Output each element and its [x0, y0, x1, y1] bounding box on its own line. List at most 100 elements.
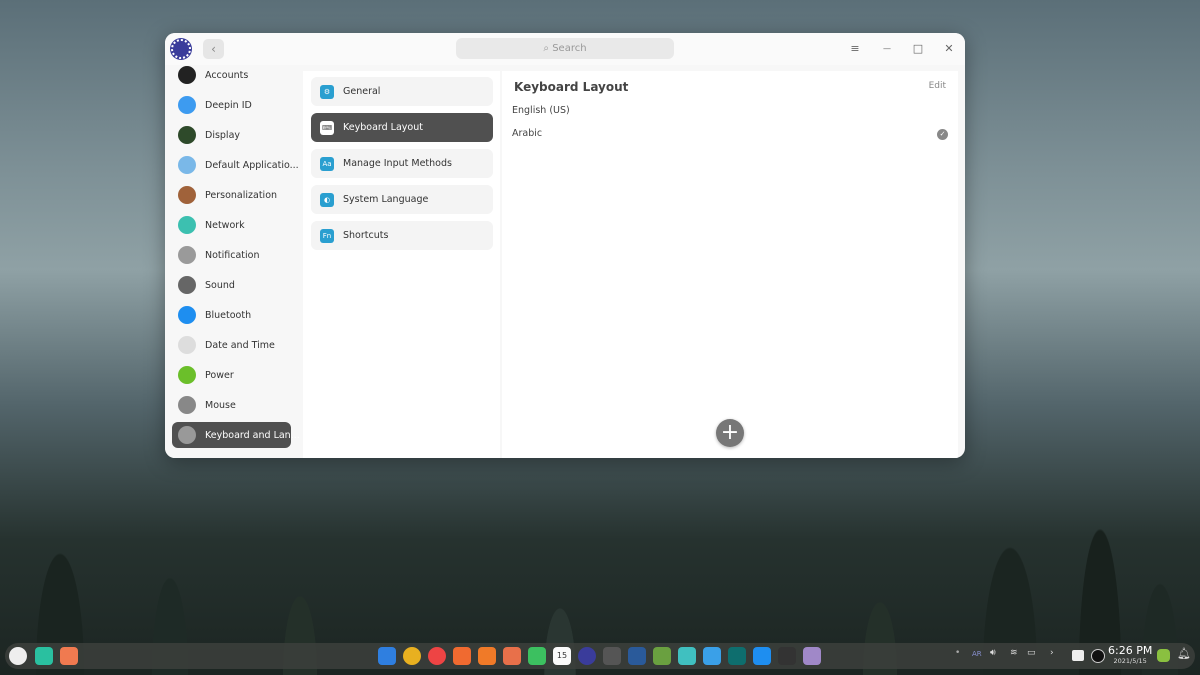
sidebar-item-label: Mouse: [205, 399, 236, 411]
sidebar-item-default-applicatio[interactable]: Default Applicatio...: [172, 152, 299, 178]
submenu-item-icon: ⚙: [320, 84, 334, 99]
battery-icon[interactable]: ▭: [1027, 648, 1036, 658]
maximize-button[interactable]: □: [909, 40, 927, 58]
minimize-button[interactable]: —: [878, 40, 896, 58]
submenu-item-label: System Language: [343, 194, 429, 205]
sidebar-item-icon: [178, 186, 196, 204]
sidebar-item-label: Accounts: [205, 69, 249, 81]
page-title: Keyboard Layout: [514, 80, 629, 94]
layout-item-english[interactable]: English (US): [512, 105, 570, 116]
sidebar-item-personalization[interactable]: Personalization: [172, 182, 291, 208]
sidebar-item-network[interactable]: Network: [172, 212, 291, 238]
submenu-item-keyboard-layout[interactable]: ⌨ Keyboard Layout: [311, 113, 493, 142]
keyboard-submenu: ⚙ General ⌨ Keyboard Layout Aa Manage Input M…: [303, 71, 500, 458]
taskbar: • AR 🔊︎ ≋ ▭ › 6:26 PM 2021/5/15 🔔︎ 15: [5, 643, 1195, 669]
sidebar-item-accounts[interactable]: Accounts: [172, 62, 291, 88]
dock-app-icon[interactable]: [678, 647, 696, 665]
menu-button[interactable]: ≡: [846, 40, 864, 58]
submenu-item-manage-input-methods[interactable]: Aa Manage Input Methods: [311, 149, 493, 178]
submenu-item-general[interactable]: ⚙ General: [311, 77, 493, 106]
sidebar-item-notification[interactable]: Notification: [172, 242, 291, 268]
sidebar-item-label: Bluetooth: [205, 309, 252, 321]
sidebar-item-label: Personalization: [205, 189, 278, 201]
sidebar-item-label: Display: [205, 129, 241, 141]
dock-app-icon[interactable]: [403, 647, 421, 665]
date-text: 2021/5/15: [1113, 657, 1147, 665]
layout-item-arabic[interactable]: Arabic: [512, 128, 542, 139]
search-icon: ⌕: [543, 43, 553, 54]
dock-app-icon[interactable]: [478, 647, 496, 665]
sidebar-item-icon: [178, 126, 196, 144]
power-icon[interactable]: [1091, 649, 1105, 663]
edit-button[interactable]: Edit: [929, 81, 946, 91]
checkmark-icon: ✓: [937, 129, 948, 140]
input-method-indicator[interactable]: AR: [972, 650, 982, 658]
dock-app-icon[interactable]: [753, 647, 771, 665]
submenu-item-icon: Aa: [320, 156, 334, 171]
wifi-icon[interactable]: ≋: [1010, 648, 1018, 658]
sidebar-item-icon: [178, 336, 196, 354]
dock-app-icon[interactable]: [728, 647, 746, 665]
desktop-icon[interactable]: [60, 647, 78, 665]
sidebar-item-icon: [178, 396, 196, 414]
dock-app-icon[interactable]: [428, 647, 446, 665]
dock-app-icon[interactable]: [453, 647, 471, 665]
search-input[interactable]: ⌕ Search: [456, 38, 674, 59]
add-layout-button[interactable]: +: [716, 419, 744, 447]
sidebar: Accounts Deepin ID Display Default Applicat…: [165, 65, 300, 458]
launcher-icon[interactable]: [9, 647, 27, 665]
sidebar-item-power[interactable]: Power: [172, 362, 291, 388]
sidebar-item-icon: [178, 366, 196, 384]
sidebar-item-keyboard-and-lan[interactable]: Keyboard and Lan...: [172, 422, 300, 448]
sidebar-item-icon: [178, 216, 196, 234]
clock[interactable]: 6:26 PM 2021/5/15: [1108, 645, 1152, 667]
dot-icon: •: [955, 648, 961, 658]
dock-app-icon[interactable]: 15: [553, 647, 571, 665]
multitask-view-icon[interactable]: [35, 647, 53, 665]
dock-app-icon[interactable]: [628, 647, 646, 665]
dock-app-icon[interactable]: [378, 647, 396, 665]
sidebar-item-date-and-time[interactable]: Date and Time: [172, 332, 291, 358]
dock-app-icon[interactable]: [603, 647, 621, 665]
dock-app-icon[interactable]: [703, 647, 721, 665]
submenu-item-label: Manage Input Methods: [343, 158, 452, 169]
submenu-item-label: Shortcuts: [343, 230, 389, 241]
dock-app-icon[interactable]: [803, 647, 821, 665]
sidebar-item-mouse[interactable]: Mouse: [172, 392, 291, 418]
keyboard-layout-panel: Keyboard Layout Edit English (US) Arabic…: [502, 71, 958, 458]
sidebar-item-deepin-id[interactable]: Deepin ID: [172, 92, 291, 118]
control-center-window: ‹ ⌕ Search ≡ — □ ✕ Accounts Deepin ID Disp…: [165, 33, 965, 458]
close-button[interactable]: ✕: [940, 40, 958, 58]
dock-app-icon[interactable]: [778, 647, 796, 665]
sidebar-item-label: Power: [205, 369, 234, 381]
dock-app-icon[interactable]: [503, 647, 521, 665]
title-bar: ‹ ⌕ Search ≡ — □ ✕: [165, 33, 965, 65]
sidebar-item-label: Sound: [205, 279, 235, 291]
dock-app-icon[interactable]: [578, 647, 596, 665]
sidebar-item-icon: [178, 426, 196, 444]
sidebar-item-sound[interactable]: Sound: [172, 272, 291, 298]
sidebar-item-icon: [178, 246, 196, 264]
expand-tray-icon[interactable]: ›: [1050, 648, 1054, 658]
back-button[interactable]: ‹: [203, 39, 224, 59]
deepin-logo-icon: [171, 39, 191, 59]
notification-bell-icon[interactable]: 🔔︎: [1177, 647, 1191, 660]
submenu-item-system-language[interactable]: ◐ System Language: [311, 185, 493, 214]
trash-icon[interactable]: [1157, 649, 1170, 662]
sidebar-item-display[interactable]: Display: [172, 122, 291, 148]
submenu-item-shortcuts[interactable]: Fn Shortcuts: [311, 221, 493, 250]
submenu-item-label: Keyboard Layout: [343, 122, 423, 133]
volume-icon[interactable]: 🔊︎: [990, 648, 996, 658]
submenu-item-icon: ◐: [320, 192, 334, 207]
sidebar-item-icon: [178, 66, 196, 84]
sidebar-item-label: Network: [205, 219, 245, 231]
submenu-item-icon: ⌨: [320, 120, 334, 135]
keyboard-tray-icon[interactable]: [1072, 650, 1084, 661]
sidebar-item-icon: [178, 276, 196, 294]
submenu-item-label: General: [343, 86, 381, 97]
sidebar-item-label: Date and Time: [205, 339, 275, 351]
dock-app-icon[interactable]: [528, 647, 546, 665]
sidebar-item-label: Deepin ID: [205, 99, 252, 111]
sidebar-item-bluetooth[interactable]: Bluetooth: [172, 302, 291, 328]
dock-app-icon[interactable]: [653, 647, 671, 665]
